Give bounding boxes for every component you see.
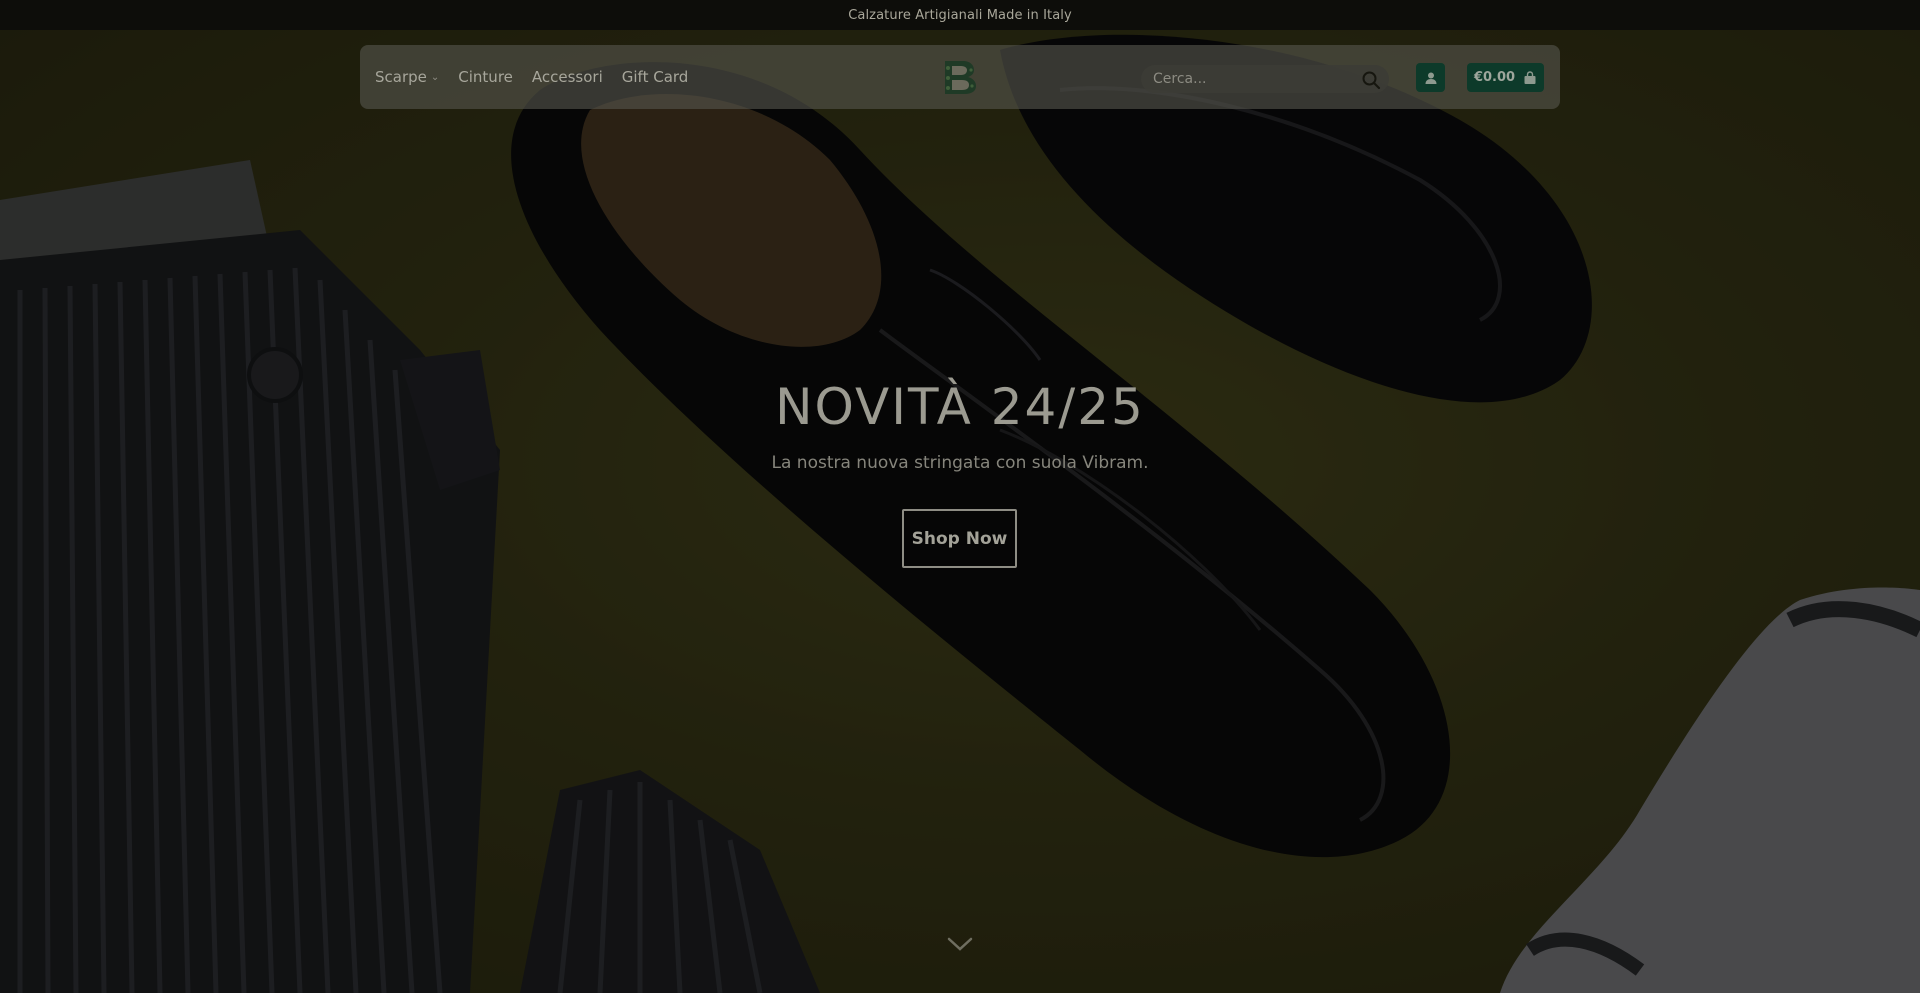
- hero-subtitle: La nostra nuova stringata con suola Vibr…: [771, 453, 1149, 473]
- shopping-bag-icon: [1524, 70, 1536, 84]
- shop-now-button[interactable]: Shop Now: [902, 509, 1017, 568]
- nav-item-gift-card[interactable]: Gift Card: [622, 68, 689, 86]
- site-header: Scarpe ⌄ Cinture Accessori Gift Card Cer…: [360, 45, 1560, 109]
- search-input[interactable]: [1141, 65, 1341, 93]
- cart-total: €0.00: [1473, 70, 1516, 85]
- site-logo[interactable]: [939, 59, 979, 95]
- nav-item-label: Cinture: [458, 68, 513, 86]
- search-bar: [1141, 65, 1389, 93]
- nav-item-label: Gift Card: [621, 68, 689, 86]
- nav-item-accessori[interactable]: Accessori: [532, 68, 603, 86]
- chevron-down-icon[interactable]: [946, 934, 974, 954]
- nav-item-label: Scarpe: [375, 68, 427, 86]
- announcement-text: Calzature Artigianali Made in Italy: [848, 7, 1072, 23]
- user-icon: [1425, 72, 1436, 84]
- account-button[interactable]: [1416, 63, 1445, 92]
- nav-item-scarpe[interactable]: Scarpe ⌄: [375, 68, 439, 86]
- logo-monogram-icon: [945, 61, 976, 94]
- chevron-down-icon: ⌄: [430, 72, 440, 83]
- main-nav: Scarpe ⌄ Cinture Accessori Gift Card: [375, 45, 688, 109]
- announcement-bar: Calzature Artigianali Made in Italy: [0, 0, 1920, 30]
- cart-button[interactable]: €0.00: [1467, 63, 1544, 92]
- hero-title: NOVITÀ 24/25: [775, 378, 1145, 436]
- nav-item-cinture[interactable]: Cinture: [458, 68, 513, 86]
- search-icon[interactable]: [1361, 70, 1381, 90]
- nav-item-label: Accessori: [531, 68, 603, 86]
